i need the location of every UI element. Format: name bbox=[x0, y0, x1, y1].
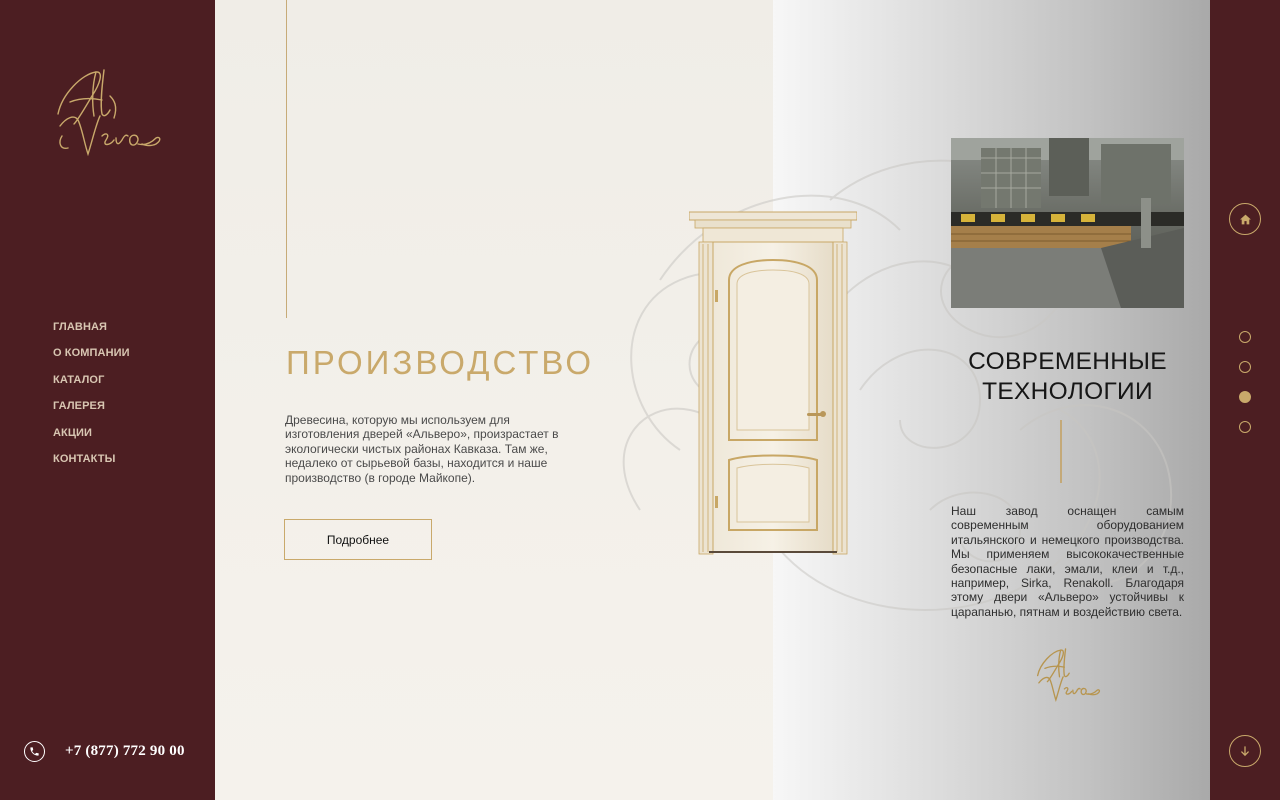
nav-item-home[interactable]: ГЛАВНАЯ bbox=[53, 319, 130, 345]
nav-item-contacts[interactable]: КОНТАКТЫ bbox=[53, 451, 130, 477]
arrow-down-icon bbox=[1241, 745, 1249, 756]
sidebar: ГЛАВНАЯ О КОМПАНИИ КАТАЛОГ ГАЛЕРЕЯ АКЦИИ… bbox=[0, 0, 215, 800]
factory-photo bbox=[951, 138, 1184, 308]
door-image bbox=[689, 211, 857, 555]
slide-indicator-1[interactable] bbox=[1239, 331, 1251, 343]
technologies-title-line1: СОВРЕМЕННЫЕ bbox=[968, 348, 1167, 375]
decorative-line bbox=[1060, 420, 1062, 483]
alvero-logo[interactable] bbox=[52, 66, 164, 160]
main-nav: ГЛАВНАЯ О КОМПАНИИ КАТАЛОГ ГАЛЕРЕЯ АКЦИИ… bbox=[53, 319, 130, 477]
production-description: Древесина, которую мы используем для изг… bbox=[285, 413, 559, 485]
scroll-down-button[interactable] bbox=[1229, 735, 1261, 767]
nav-item-catalog[interactable]: КАТАЛОГ bbox=[53, 372, 130, 398]
home-icon bbox=[1239, 214, 1251, 224]
home-button[interactable] bbox=[1229, 203, 1261, 235]
nav-item-gallery[interactable]: ГАЛЕРЕЯ bbox=[53, 398, 130, 424]
nav-item-promotions[interactable]: АКЦИИ bbox=[53, 425, 130, 451]
nav-item-about[interactable]: О КОМПАНИИ bbox=[53, 345, 130, 371]
phone-icon[interactable] bbox=[24, 741, 45, 762]
technologies-title-line2: ТЕХНОЛОГИИ bbox=[982, 378, 1153, 405]
slide-indicator-2[interactable] bbox=[1239, 361, 1251, 373]
production-title: ПРОИЗВОДСТВО bbox=[286, 344, 595, 381]
technologies-description: Наш завод оснащен самым современным обор… bbox=[951, 504, 1184, 619]
more-button[interactable]: Подробнее bbox=[284, 519, 432, 560]
alvero-logo-small bbox=[1036, 648, 1101, 703]
decorative-line bbox=[286, 0, 287, 318]
slide-indicator-3[interactable] bbox=[1239, 391, 1251, 403]
slide-indicator-4[interactable] bbox=[1239, 421, 1251, 433]
technologies-title: СОВРЕМЕННЫЕ ТЕХНОЛОГИИ bbox=[951, 347, 1184, 407]
phone-number[interactable]: +7 (877) 772 90 00 bbox=[65, 743, 185, 760]
phone-contact[interactable]: +7 (877) 772 90 00 bbox=[24, 741, 185, 762]
